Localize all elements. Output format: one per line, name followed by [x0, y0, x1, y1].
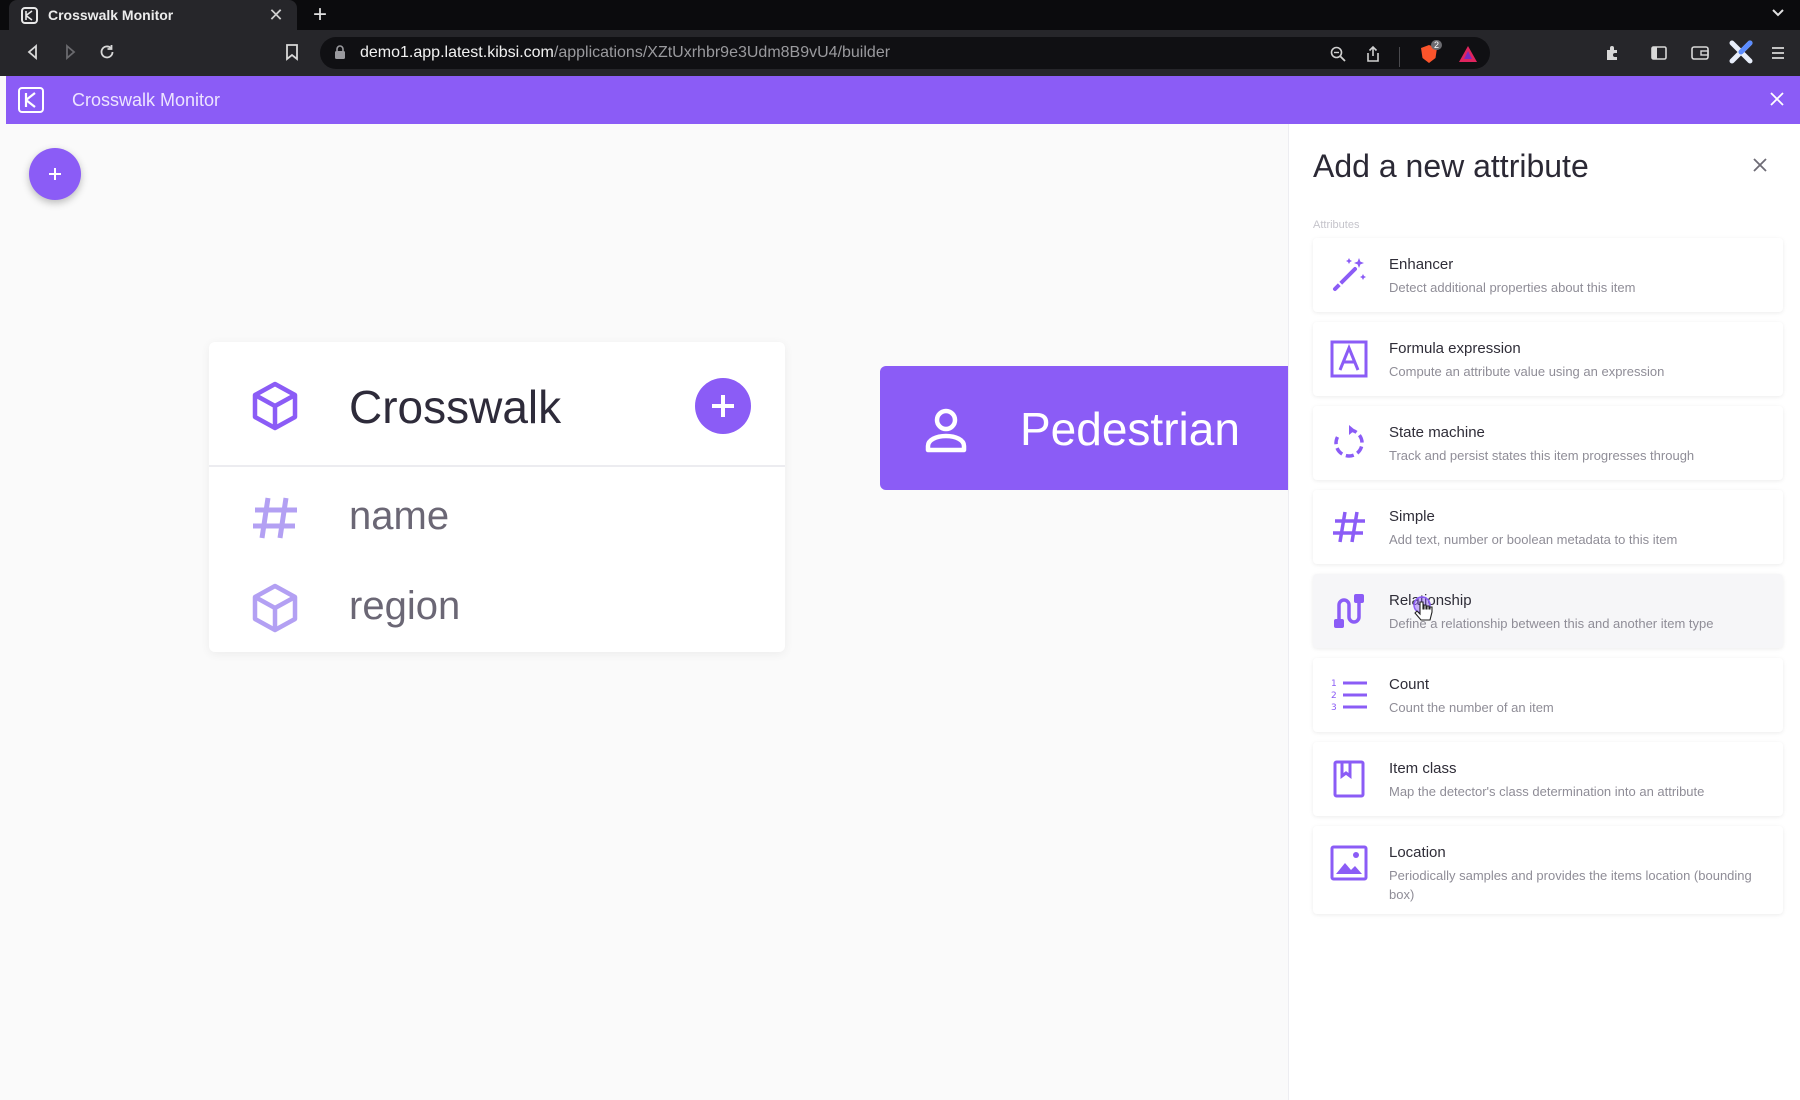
- option-formula-expression[interactable]: Formula expression Compute an attribute …: [1313, 322, 1783, 396]
- svg-text:1: 1: [1331, 679, 1337, 689]
- tab-close-icon[interactable]: ✕: [267, 5, 285, 26]
- attributes-section-label: Attributes: [1313, 219, 1360, 231]
- option-description: Map the detector's class determination i…: [1389, 784, 1705, 799]
- crosswalk-title: Crosswalk: [349, 381, 562, 433]
- kibsi-logo-icon[interactable]: [18, 87, 44, 113]
- magic-wand-icon: [1329, 255, 1369, 295]
- cube-icon: [249, 380, 301, 437]
- add-attribute-button[interactable]: [695, 378, 751, 434]
- option-title: Simple: [1389, 508, 1435, 525]
- address-path: /applications/XZtUxrhbr9e3Udm8B9vU4/buil…: [553, 44, 891, 61]
- option-description: Add text, number or boolean metadata to …: [1389, 532, 1678, 547]
- hash-icon: [1329, 507, 1369, 547]
- crosswalk-card[interactable]: Crosswalk name region: [209, 342, 785, 652]
- option-simple[interactable]: Simple Add text, number or boolean metad…: [1313, 490, 1783, 564]
- wallet-icon[interactable]: [1690, 44, 1710, 67]
- option-title: Formula expression: [1389, 340, 1521, 357]
- forward-icon[interactable]: [61, 43, 79, 66]
- address-divider: [1399, 46, 1400, 67]
- sidebar-toggle-icon[interactable]: [1650, 44, 1668, 67]
- app-title: Crosswalk Monitor: [72, 89, 221, 110]
- hash-icon: [249, 492, 301, 549]
- panel-title: Add a new attribute: [1313, 148, 1589, 184]
- panel-close-icon[interactable]: [1752, 157, 1768, 178]
- kibsi-favicon-icon: [21, 6, 38, 24]
- back-icon[interactable]: [24, 43, 42, 66]
- person-icon: [920, 404, 972, 461]
- lock-icon: [334, 45, 348, 61]
- bookmark-page-icon[interactable]: [284, 43, 300, 66]
- relationship-icon: [1329, 591, 1369, 631]
- crosswalk-card-header: Crosswalk: [209, 342, 785, 467]
- option-location[interactable]: Location Periodically samples and provid…: [1313, 826, 1783, 914]
- address-host: demo1.app.latest.kibsi.com: [360, 44, 554, 61]
- option-description: Compute an attribute value using an expr…: [1389, 364, 1665, 379]
- option-state-machine[interactable]: State machine Track and persist states t…: [1313, 406, 1783, 480]
- add-attribute-panel: Add a new attribute Attributes Enhancer …: [1288, 124, 1800, 1100]
- option-description: Count the number of an item: [1389, 700, 1554, 715]
- address-bar[interactable]: demo1.app.latest.kibsi.com /applications…: [320, 37, 1490, 69]
- shield-badge: 2: [1431, 40, 1443, 50]
- app-close-icon[interactable]: [1768, 90, 1786, 113]
- hand-cursor-icon: [1412, 596, 1436, 629]
- option-enhancer[interactable]: Enhancer Detect additional properties ab…: [1313, 238, 1783, 312]
- option-title: Count: [1389, 676, 1430, 693]
- option-relationship[interactable]: Relationship Define a relationship betwe…: [1313, 574, 1783, 648]
- bookmark-icon: [1329, 759, 1369, 799]
- option-title: State machine: [1389, 424, 1485, 441]
- extensions-icon[interactable]: [1604, 44, 1622, 67]
- option-item-class[interactable]: Item class Map the detector's class dete…: [1313, 742, 1783, 816]
- option-title: Enhancer: [1389, 256, 1454, 273]
- option-title: Location: [1389, 844, 1446, 861]
- cube-icon: [249, 582, 301, 639]
- browser-tab[interactable]: Crosswalk Monitor ✕: [9, 0, 297, 30]
- builder-canvas[interactable]: Crosswalk name region Pedestrian: [6, 124, 1288, 1100]
- app-header: Crosswalk Monitor: [6, 76, 1800, 124]
- option-title: Item class: [1389, 760, 1457, 777]
- zoom-icon[interactable]: [1329, 45, 1347, 68]
- pedestrian-title: Pedestrian: [1020, 403, 1240, 455]
- browser-menu-icon[interactable]: [1770, 44, 1786, 67]
- option-description: Define a relationship between this and a…: [1389, 616, 1714, 631]
- browser-toolbar: demo1.app.latest.kibsi.com /applications…: [0, 30, 1800, 76]
- new-tab-button[interactable]: +: [313, 1, 327, 29]
- pedestrian-card[interactable]: Pedestrian: [880, 366, 1288, 490]
- browser-tab-bar: Crosswalk Monitor ✕ +: [0, 0, 1800, 30]
- svg-text:2: 2: [1331, 691, 1337, 701]
- attribute-row-name[interactable]: name: [209, 478, 785, 558]
- reload-icon[interactable]: [98, 43, 116, 66]
- brave-shield-icon[interactable]: 2: [1418, 40, 1443, 70]
- attribute-row-region[interactable]: region: [209, 568, 785, 648]
- attribute-label: region: [349, 584, 461, 628]
- brave-rewards-icon[interactable]: [1458, 45, 1478, 68]
- option-count[interactable]: 1 2 3 Count Count the number of an item: [1313, 658, 1783, 732]
- profile-x-icon[interactable]: [1728, 39, 1754, 70]
- image-location-icon: [1329, 843, 1369, 883]
- tab-title: Crosswalk Monitor: [48, 7, 174, 23]
- state-cycle-icon: [1329, 423, 1369, 463]
- share-icon[interactable]: [1365, 45, 1381, 68]
- numbered-list-icon: 1 2 3: [1329, 675, 1369, 715]
- option-description: Track and persist states this item progr…: [1389, 448, 1695, 463]
- add-item-button[interactable]: [29, 148, 81, 200]
- option-description: Periodically samples and provides the it…: [1389, 868, 1752, 902]
- option-description: Detect additional properties about this …: [1389, 280, 1636, 295]
- formula-icon: [1329, 339, 1369, 379]
- attribute-label: name: [349, 494, 450, 538]
- svg-text:3: 3: [1331, 703, 1337, 713]
- tab-search-chevron-icon[interactable]: [1770, 4, 1786, 25]
